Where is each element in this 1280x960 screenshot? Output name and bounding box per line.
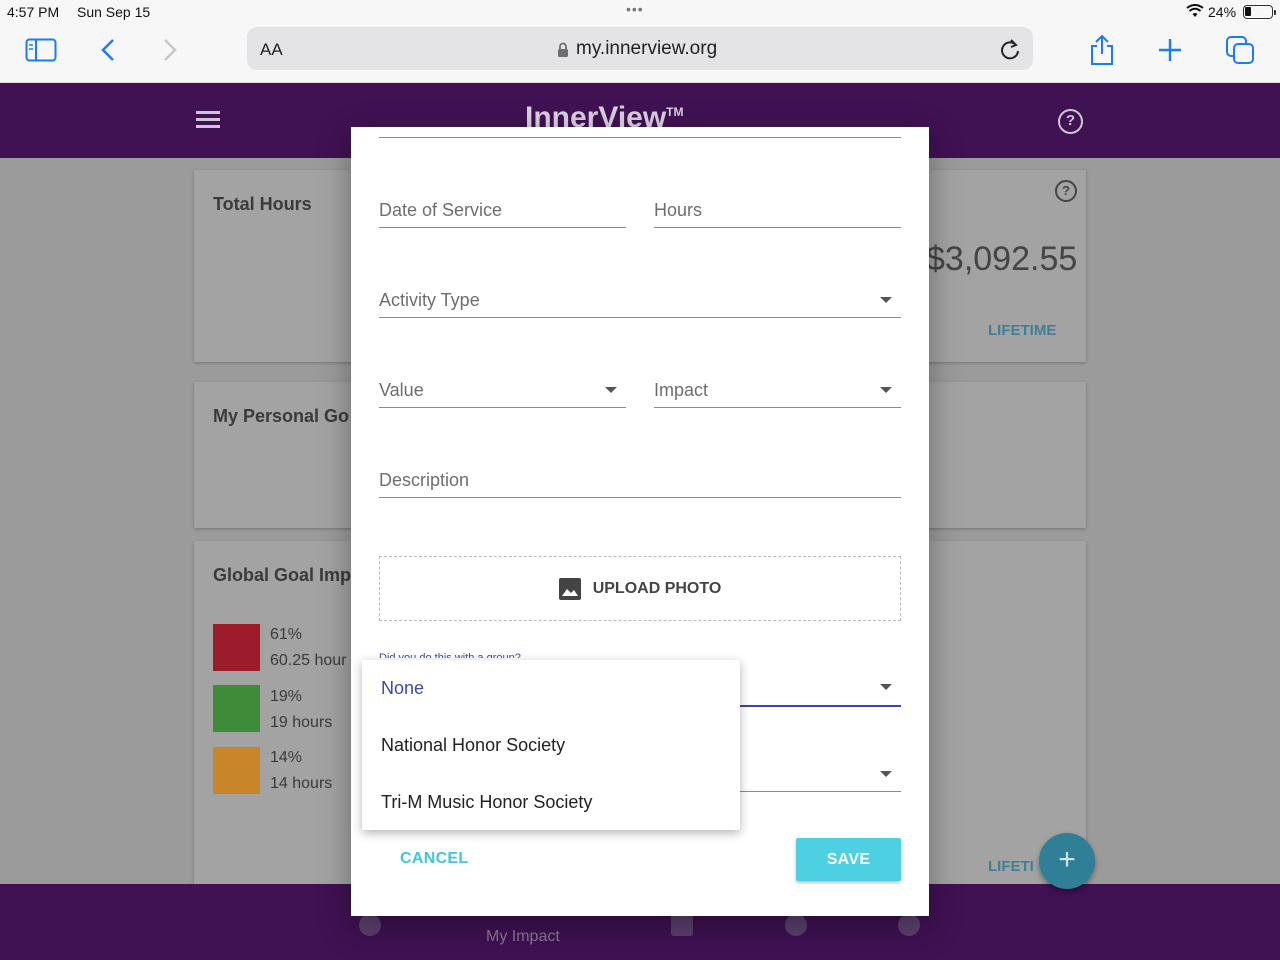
group-select-label: Did you do this with a group? xyxy=(379,652,521,658)
status-date: Sun Sep 15 xyxy=(77,4,151,20)
lifetime-link[interactable]: LIFETI xyxy=(988,858,1034,875)
card-title: Global Goal Imp xyxy=(213,565,352,585)
group-dropdown-menu: None National Honor Society Tri-M Music … xyxy=(362,660,740,830)
lock-icon xyxy=(558,42,568,57)
description-field[interactable]: Description xyxy=(379,453,901,498)
new-tab-icon[interactable] xyxy=(1150,32,1190,68)
date-of-service-field[interactable]: Date of Service xyxy=(379,183,626,228)
hours-field[interactable]: Hours xyxy=(654,183,901,228)
impact-select[interactable]: Impact xyxy=(654,363,901,408)
share-icon[interactable] xyxy=(1082,32,1122,68)
menu-option-national-honor-society[interactable]: National Honor Society xyxy=(381,735,565,756)
browser-toolbar: AA my.innerview.org xyxy=(0,24,1280,83)
forward-icon[interactable] xyxy=(150,32,190,68)
dropdown-arrow-icon xyxy=(880,771,892,777)
add-activity-fab[interactable]: + xyxy=(1039,833,1095,889)
cut-off-field[interactable] xyxy=(379,127,901,138)
sdg-health-icon xyxy=(213,685,260,732)
nav-globe-icon[interactable] xyxy=(785,914,807,936)
status-bar: 4:57 PM Sun Sep 15 ••• 24% xyxy=(0,0,1280,24)
menu-option-none[interactable]: None xyxy=(381,678,424,699)
url-text: my.innerview.org xyxy=(576,38,718,59)
text-size-button[interactable]: AA xyxy=(260,40,283,60)
nav-home-icon[interactable] xyxy=(359,914,381,936)
battery-percent: 24% xyxy=(1208,4,1237,20)
menu-option-tri-m-music-honor-society[interactable]: Tri-M Music Honor Society xyxy=(381,792,592,813)
dropdown-arrow-icon xyxy=(880,297,892,303)
sdg-stat: 14% 14 hours xyxy=(270,749,333,792)
dropdown-arrow-icon xyxy=(880,684,892,690)
address-bar[interactable]: AA my.innerview.org xyxy=(247,27,1033,70)
back-icon[interactable] xyxy=(88,32,128,68)
upload-photo-button[interactable]: UPLOAD PHOTO xyxy=(379,556,901,621)
card-title: Total Hours xyxy=(213,194,312,214)
money-value: $3,092.55 xyxy=(926,240,1078,278)
cancel-button[interactable]: CANCEL xyxy=(400,850,468,868)
card-help-icon[interactable]: ? xyxy=(1055,180,1077,202)
value-select[interactable]: Value xyxy=(379,363,626,408)
image-icon xyxy=(558,577,581,600)
multitasking-dots-icon[interactable]: ••• xyxy=(626,1,644,17)
hamburger-menu-icon[interactable] xyxy=(196,111,220,129)
nav-my-impact[interactable]: My Impact xyxy=(486,928,560,946)
help-icon[interactable]: ? xyxy=(1058,109,1083,134)
sdg-education-icon xyxy=(213,624,260,671)
sdg-stat: 61% 60.25 hour xyxy=(270,626,347,669)
lifetime-link[interactable]: LIFETIME xyxy=(988,322,1056,339)
save-button[interactable]: SAVE xyxy=(796,838,901,881)
reload-icon[interactable] xyxy=(999,37,1021,61)
sdg-cities-icon xyxy=(213,747,260,794)
activity-type-select[interactable]: Activity Type xyxy=(379,273,901,318)
sdg-stat: 19% 19 hours xyxy=(270,688,333,731)
nav-add-icon[interactable] xyxy=(671,914,693,936)
status-time: 4:57 PM xyxy=(7,4,60,20)
dropdown-arrow-icon xyxy=(880,387,892,393)
tabs-overview-icon[interactable] xyxy=(1220,32,1260,68)
nav-star-icon[interactable] xyxy=(898,914,920,936)
dropdown-arrow-icon xyxy=(605,387,617,393)
card-title: My Personal Go xyxy=(213,406,350,426)
sidebar-toggle-icon[interactable] xyxy=(21,32,61,68)
wifi-icon xyxy=(1186,4,1204,17)
battery-icon xyxy=(1243,5,1273,19)
